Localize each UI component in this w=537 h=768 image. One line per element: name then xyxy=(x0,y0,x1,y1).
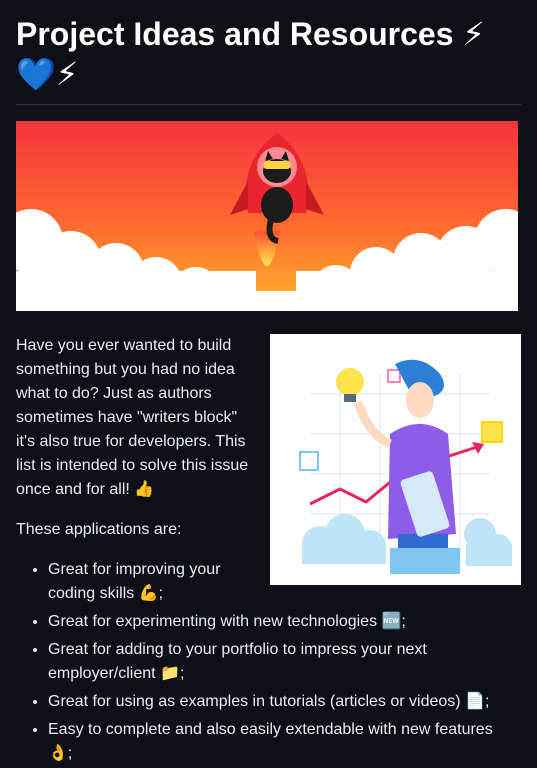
banner-image xyxy=(16,121,518,311)
list-item: Great for adding to your portfolio to im… xyxy=(48,638,521,686)
list-item: Easy to complete and also easily extenda… xyxy=(48,718,521,766)
page-title: Project Ideas and Resources ⚡💙⚡ xyxy=(16,0,521,105)
benefits-list: Great for improving your coding skills 💪… xyxy=(16,558,521,766)
developer-illustration xyxy=(270,334,521,585)
list-item: Great for using as examples in tutorials… xyxy=(48,690,521,714)
readme-page: Project Ideas and Resources ⚡💙⚡ Have you… xyxy=(0,0,537,766)
list-item: Great for experimenting with new technol… xyxy=(48,610,521,634)
